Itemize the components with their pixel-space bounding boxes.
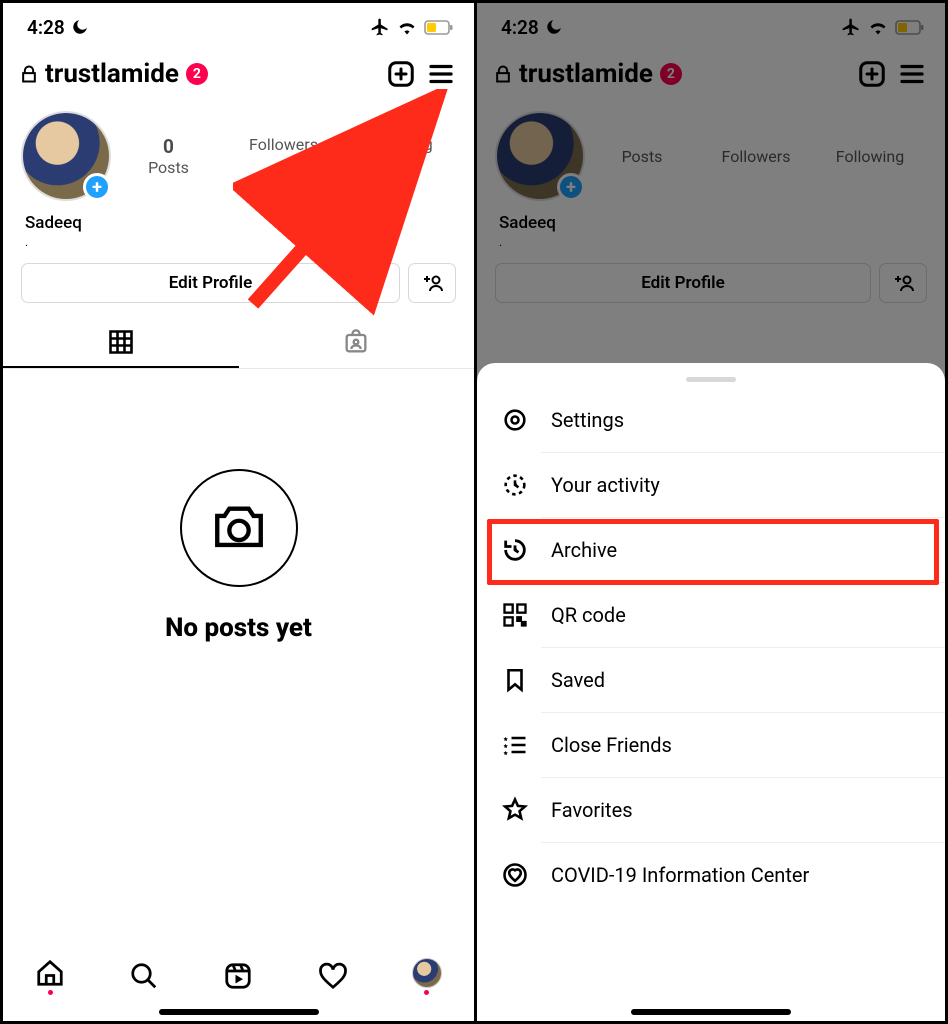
menu-sheet: Settings Your activity Archive QR code S…: [477, 363, 945, 1021]
status-bar: 4:28: [3, 3, 474, 47]
nav-home[interactable]: [35, 958, 65, 995]
username-text: trustlamide: [45, 59, 179, 89]
menu-item-saved[interactable]: Saved: [477, 648, 945, 712]
close-friends-icon: [501, 731, 529, 759]
avatar[interactable]: +: [21, 111, 111, 201]
add-story-icon[interactable]: +: [83, 173, 111, 201]
stat-following[interactable]: Following: [341, 135, 456, 177]
lock-icon: [19, 63, 39, 85]
archive-icon: [501, 536, 529, 564]
screenshot-left-profile: 4:28 trustlami: [3, 3, 474, 1021]
nav-profile[interactable]: [412, 958, 442, 995]
profile-tabs: [3, 317, 474, 369]
display-name: Sadeeq: [3, 205, 474, 235]
tab-tagged[interactable]: [239, 317, 475, 368]
edit-profile-button[interactable]: Edit Profile: [21, 263, 400, 303]
sheet-grabber[interactable]: [686, 377, 736, 382]
qrcode-icon: [501, 601, 529, 629]
tab-grid[interactable]: [3, 317, 239, 368]
nav-activity[interactable]: [318, 961, 348, 991]
status-time: 4:28: [27, 16, 65, 39]
discover-people-button[interactable]: [408, 263, 456, 303]
covid-icon: [501, 861, 529, 889]
battery-icon: [424, 20, 454, 35]
menu-item-covid[interactable]: COVID-19 Information Center: [477, 843, 945, 907]
stat-posts[interactable]: 0 Posts: [111, 135, 226, 177]
profile-stats-row: + 0 Posts Followers Following: [3, 103, 474, 205]
menu-hamburger-button[interactable]: [424, 57, 458, 91]
home-indicator: [631, 1009, 791, 1015]
screenshot-right-menu: 4:28 trustlamide2 + Posts: [474, 3, 945, 1021]
menu-item-close-friends[interactable]: Close Friends: [477, 713, 945, 777]
menu-item-archive[interactable]: Archive: [477, 518, 945, 582]
nav-reels[interactable]: [223, 961, 253, 991]
settings-icon: [501, 406, 529, 434]
bio-dot: .: [3, 235, 474, 249]
saved-icon: [501, 666, 529, 694]
create-post-button[interactable]: [384, 57, 418, 91]
menu-item-activity[interactable]: Your activity: [477, 453, 945, 517]
dnd-moon-icon: [71, 18, 89, 36]
username-button[interactable]: trustlamide 2: [45, 59, 208, 89]
airplane-icon: [370, 17, 390, 37]
wifi-icon: [397, 19, 417, 35]
menu-item-settings[interactable]: Settings: [477, 388, 945, 452]
empty-posts-state: No posts yet: [3, 369, 474, 643]
notification-badge: 2: [186, 63, 208, 85]
camera-icon: [180, 469, 298, 587]
activity-icon: [501, 471, 529, 499]
profile-header: trustlamide 2: [3, 47, 474, 103]
menu-item-qrcode[interactable]: QR code: [477, 583, 945, 647]
home-indicator: [159, 1009, 319, 1015]
menu-item-favorites[interactable]: Favorites: [477, 778, 945, 842]
nav-search[interactable]: [129, 961, 159, 991]
favorites-icon: [501, 796, 529, 824]
stat-followers[interactable]: Followers: [226, 135, 341, 177]
